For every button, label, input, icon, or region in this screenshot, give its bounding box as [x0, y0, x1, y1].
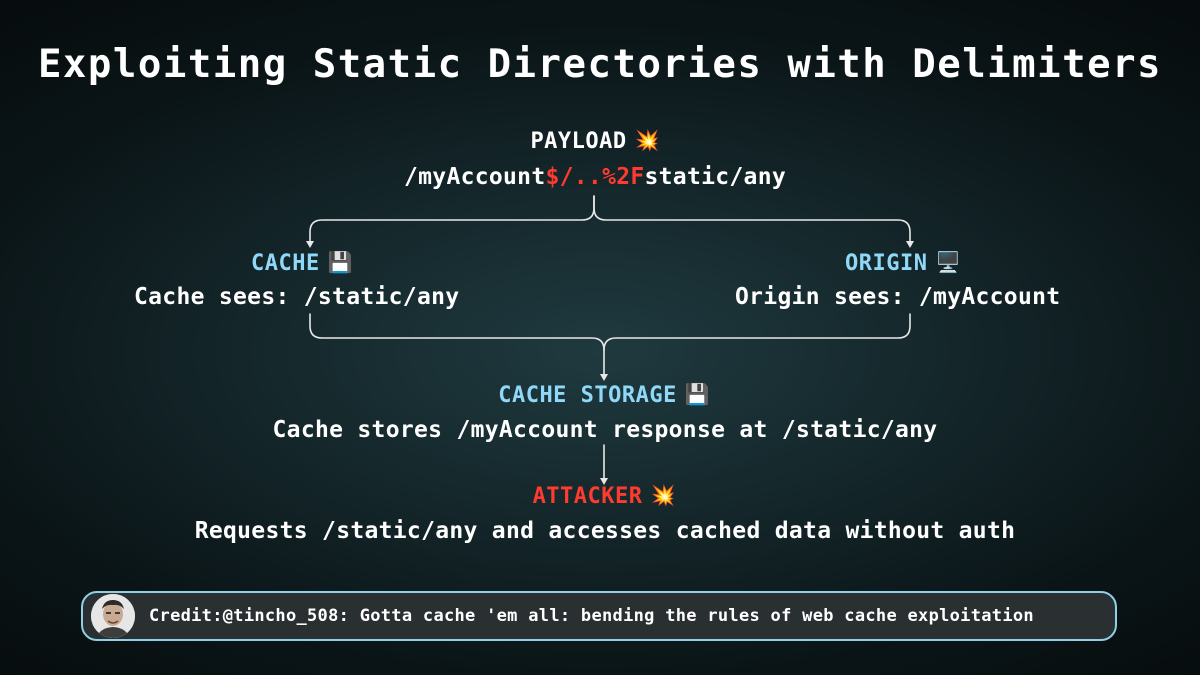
flow-connectors — [306, 195, 914, 485]
credit-text: Credit:@tincho_508: Gotta cache 'em all:… — [149, 606, 1034, 626]
explosion-icon: 💥 — [650, 483, 676, 507]
computer-monitor-icon: 🖥️ — [935, 250, 961, 274]
cache-storage-header: CACHE STORAGE 💾 — [0, 382, 1200, 408]
merge-brace — [309, 313, 605, 377]
cache-header: CACHE 💾 — [251, 250, 353, 276]
arrow-to-storage-icon — [600, 374, 608, 381]
credit-banner: Credit:@tincho_508: Gotta cache 'em all:… — [81, 591, 1117, 641]
cache-label: CACHE — [251, 251, 320, 276]
floppy-disk-icon: 💾 — [327, 250, 353, 274]
avatar — [91, 594, 135, 638]
floppy-disk-icon: 💾 — [684, 382, 710, 406]
cache-storage-text: Cache stores /myAccount response at /sta… — [272, 417, 938, 443]
origin-header: ORIGIN 🖥️ — [845, 250, 960, 276]
origin-text: Origin sees: /myAccount — [735, 284, 1061, 310]
attacker-text: Requests /static/any and accesses cached… — [194, 518, 1016, 544]
arrow-to-cache-icon — [306, 241, 314, 248]
cache-storage-label: CACHE STORAGE — [498, 383, 677, 408]
attacker-header: ATTACKER 💥 — [0, 483, 1200, 509]
cache-text: Cache sees: /static/any — [134, 284, 460, 310]
split-brace — [309, 195, 595, 244]
avatar-face-icon — [91, 594, 135, 638]
origin-label: ORIGIN — [845, 251, 928, 276]
arrow-to-origin-icon — [906, 241, 914, 248]
attacker-label: ATTACKER — [532, 484, 643, 509]
